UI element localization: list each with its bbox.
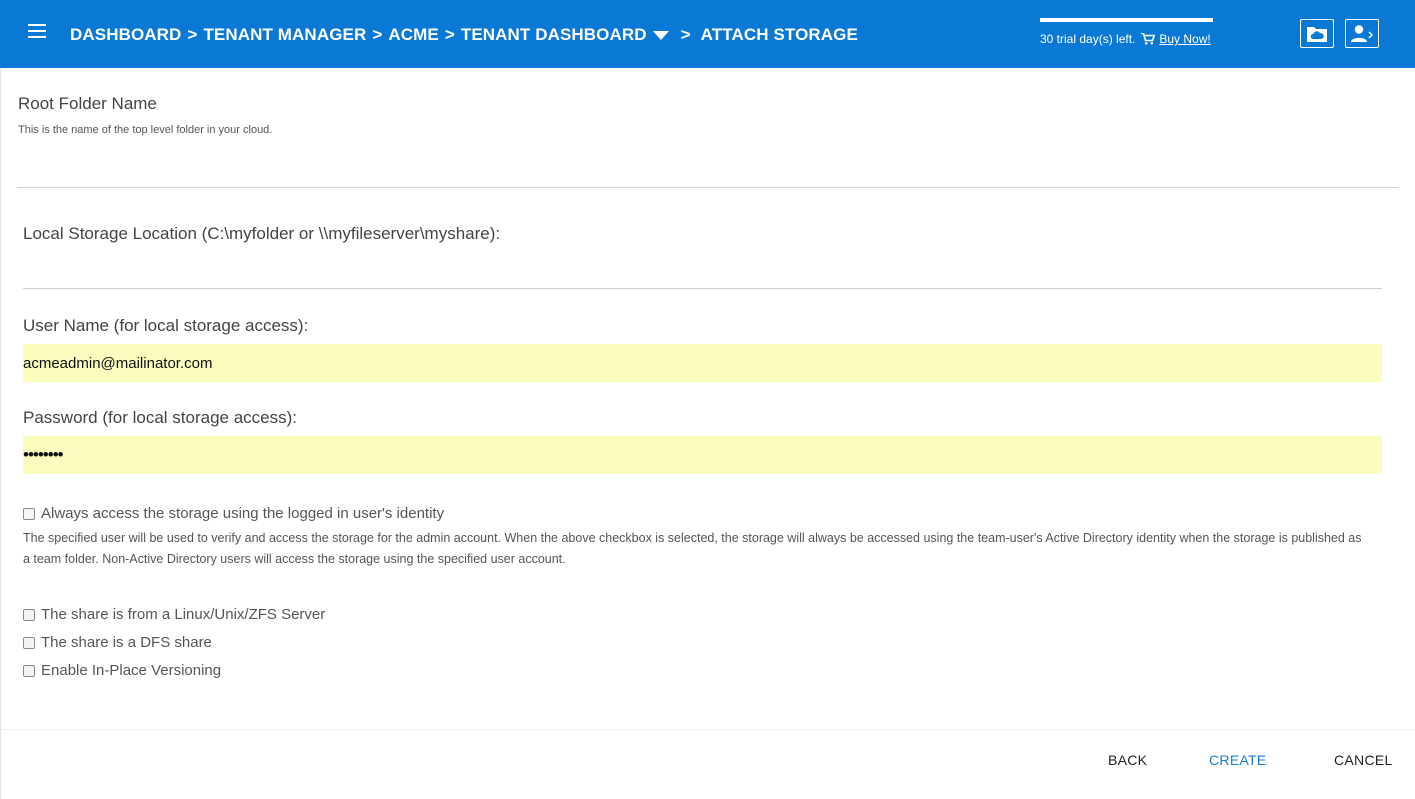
- in-place-versioning-label: Enable In-Place Versioning: [41, 662, 222, 679]
- root-folder-help: This is the name of the top level folder…: [18, 124, 273, 136]
- password-input[interactable]: [23, 436, 1382, 474]
- trial-days-text: 30 trial day(s) left.: [1040, 32, 1136, 46]
- attach-storage-form: Root Folder Name This is the name of the…: [0, 68, 1415, 799]
- breadcrumb-separator: >: [187, 25, 198, 44]
- breadcrumb-acme[interactable]: ACME: [388, 25, 438, 45]
- footer-divider: [1, 729, 1415, 730]
- breadcrumb: DASHBOARD > TENANT MANAGER > ACME > TENA…: [70, 23, 858, 47]
- cloud-folder-icon: [1307, 26, 1327, 42]
- user-logout-button[interactable]: [1345, 19, 1379, 48]
- trial-status: 30 trial day(s) left. Buy Now!: [1040, 18, 1213, 46]
- breadcrumb-current: ATTACH STORAGE: [700, 25, 858, 44]
- breadcrumb-separator: >: [680, 25, 691, 44]
- local-storage-input[interactable]: [23, 258, 1382, 289]
- identity-note: The specified user will be used to verif…: [23, 531, 1362, 566]
- dfs-share-label: The share is a DFS share: [41, 634, 212, 651]
- username-input[interactable]: [23, 344, 1382, 382]
- user-logout-icon: [1351, 24, 1374, 42]
- root-folder-label: Root Folder Name: [18, 94, 157, 113]
- cart-icon: [1141, 33, 1156, 45]
- trial-progress-bar: [1040, 18, 1213, 22]
- top-bar: DASHBOARD > TENANT MANAGER > ACME > TENA…: [0, 0, 1415, 68]
- in-place-versioning-option[interactable]: Enable In-Place Versioning: [23, 662, 221, 679]
- hamburger-menu-icon[interactable]: [28, 24, 52, 44]
- password-label: Password (for local storage access):: [23, 408, 297, 427]
- root-folder-input[interactable]: [17, 158, 1398, 188]
- dfs-share-checkbox[interactable]: [23, 636, 35, 649]
- breadcrumb-dashboard[interactable]: DASHBOARD: [70, 25, 181, 45]
- buy-now-link[interactable]: Buy Now!: [1159, 32, 1210, 46]
- linux-share-option[interactable]: The share is from a Linux/Unix/ZFS Serve…: [23, 606, 325, 623]
- dfs-share-option[interactable]: The share is a DFS share: [23, 634, 212, 651]
- back-button[interactable]: BACK: [1108, 752, 1147, 768]
- linux-share-label: The share is from a Linux/Unix/ZFS Serve…: [41, 606, 326, 623]
- identity-checkbox[interactable]: [23, 507, 35, 520]
- breadcrumb-separator: >: [372, 25, 383, 44]
- linux-share-checkbox[interactable]: [23, 608, 35, 621]
- cloud-folder-button[interactable]: [1300, 19, 1334, 48]
- breadcrumb-tenant-dashboard[interactable]: TENANT DASHBOARD: [461, 25, 647, 45]
- breadcrumb-separator: >: [444, 25, 455, 44]
- caret-down-icon[interactable]: [652, 30, 669, 40]
- create-button[interactable]: CREATE: [1209, 752, 1267, 768]
- identity-checkbox-row[interactable]: Always access the storage using the logg…: [23, 505, 444, 522]
- identity-checkbox-label: Always access the storage using the logg…: [41, 505, 445, 522]
- in-place-versioning-checkbox[interactable]: [23, 664, 35, 677]
- cancel-button[interactable]: CANCEL: [1334, 752, 1393, 768]
- local-storage-label: Local Storage Location (C:\myfolder or \…: [23, 224, 501, 243]
- username-label: User Name (for local storage access):: [23, 316, 309, 335]
- breadcrumb-tenant-manager[interactable]: TENANT MANAGER: [203, 25, 366, 45]
